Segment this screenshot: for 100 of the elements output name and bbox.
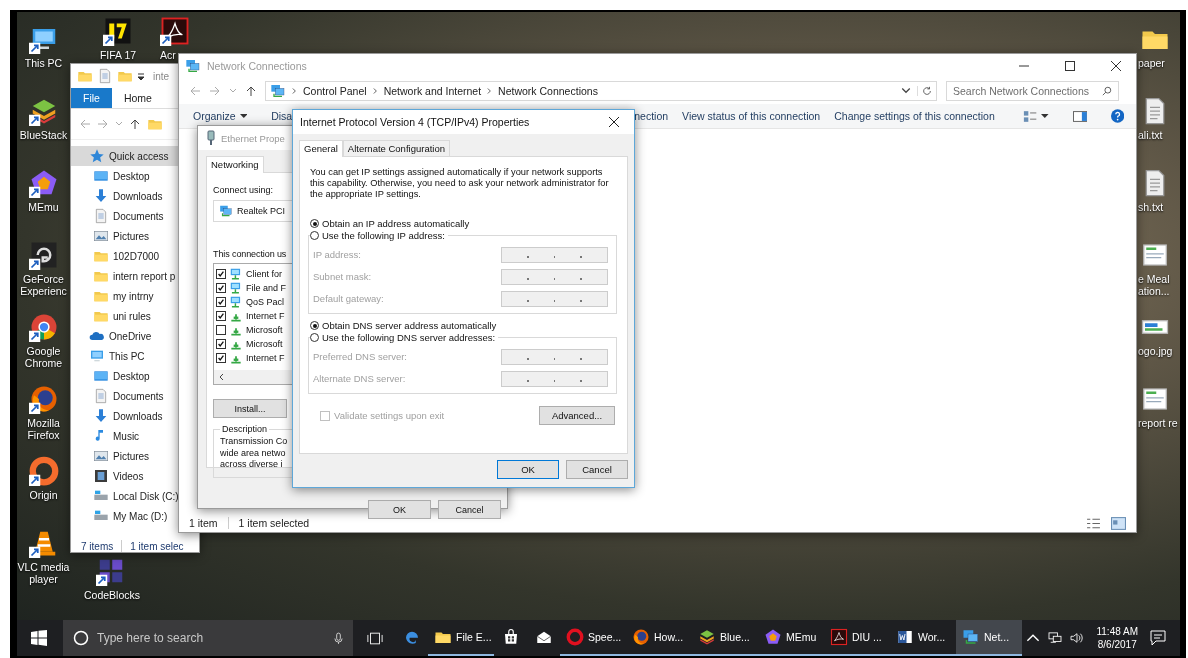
dialog-tab[interactable]: Alternate Configuration: [342, 140, 450, 156]
desktop-icon-label[interactable]: ogo.jpg: [1138, 345, 1173, 357]
desktop-icon-label[interactable]: Acr: [160, 49, 176, 61]
component-name[interactable]: Internet F: [246, 353, 285, 363]
task-view-icon[interactable]: [367, 631, 383, 645]
taskbar-app-button[interactable]: DIU ...: [824, 620, 890, 656]
desktop-icon-label[interactable]: paper: [1138, 57, 1165, 69]
component-name[interactable]: QoS Pacl: [246, 297, 285, 307]
advanced-button[interactable]: Advanced...: [539, 406, 615, 425]
desktop-icon-label[interactable]: VLC media player: [17, 561, 70, 585]
taskbar-search-field[interactable]: Type here to search: [97, 620, 326, 656]
chevron-icon[interactable]: [487, 87, 493, 95]
desktop-icon-label[interactable]: report re: [1138, 417, 1178, 429]
radio-button[interactable]: [310, 219, 319, 228]
close-icon[interactable]: [1111, 61, 1121, 71]
radio-button[interactable]: [310, 231, 319, 240]
taskbar-search-box[interactable]: Type here to search: [63, 620, 353, 656]
microphone-icon[interactable]: [334, 631, 343, 645]
breadcrumb-item[interactable]: Control Panel: [303, 85, 367, 97]
component-name[interactable]: File and F: [246, 283, 287, 293]
caret-icon[interactable]: [901, 86, 911, 96]
dialog-tab[interactable]: Networking: [206, 156, 264, 173]
breadcrumb-item[interactable]: Network and Internet: [383, 85, 482, 97]
taskbar-app-button[interactable]: MEmu: [758, 620, 824, 656]
radio-button[interactable]: [310, 333, 319, 342]
help-icon[interactable]: [1110, 109, 1124, 123]
preview-pane-icon[interactable]: [1072, 109, 1087, 123]
speaker-icon[interactable]: [1070, 632, 1085, 644]
taskbar-app-button[interactable]: File E...: [428, 620, 494, 656]
scroll-left-icon[interactable]: [218, 373, 224, 381]
clock[interactable]: 11:48 AM 8/6/2017: [1096, 625, 1138, 651]
desktop-icon-label[interactable]: This PC: [24, 57, 63, 69]
breadcrumb-item[interactable]: Network Connections: [498, 85, 598, 97]
browser-icon[interactable]: [28, 312, 59, 342]
dialog-tab[interactable]: General: [299, 140, 343, 157]
chevron-icon[interactable]: [372, 87, 378, 95]
search-icon[interactable]: [1102, 86, 1112, 96]
component-name[interactable]: Microsoft: [246, 325, 283, 335]
toolbar-command[interactable]: View status of this connection: [682, 110, 821, 122]
ok-button[interactable]: OK: [368, 500, 431, 519]
ribbon-tab[interactable]: File: [71, 88, 112, 108]
browser-icon[interactable]: [28, 384, 59, 414]
search-field[interactable]: Search Network Connections: [953, 82, 1102, 100]
toolbar-command[interactable]: nection: [634, 110, 669, 122]
cancel-button[interactable]: Cancel: [438, 500, 501, 519]
component-name[interactable]: Internet F: [246, 311, 285, 321]
ribbon-tab[interactable]: Home: [111, 88, 164, 108]
ring-icon[interactable]: [28, 456, 59, 486]
toolbar-command[interactable]: Disa: [271, 110, 293, 122]
checkbox[interactable]: [216, 283, 226, 293]
notification-icon[interactable]: [1150, 630, 1166, 646]
checkbox[interactable]: [216, 353, 226, 363]
chevron-up-icon[interactable]: [1026, 632, 1041, 644]
install-button[interactable]: Install...: [213, 399, 287, 418]
checkbox[interactable]: [216, 311, 226, 321]
caret-icon[interactable]: [1040, 112, 1049, 120]
windows-start-icon[interactable]: [31, 630, 47, 646]
checkbox[interactable]: [216, 297, 226, 307]
pentagon-icon[interactable]: [28, 168, 59, 198]
address-bar[interactable]: Control Panel Network and Internet Network Connections: [265, 81, 937, 101]
desktop-icon-label[interactable]: Google Chrome: [17, 345, 70, 369]
radio-option[interactable]: Use the following DNS server addresses:: [310, 332, 499, 343]
up-arrow-icon[interactable]: [129, 118, 141, 130]
desktop-icon-label[interactable]: Origin: [29, 489, 58, 501]
chevron-icon[interactable]: [292, 87, 297, 95]
desktop-icon-label[interactable]: BlueStack: [19, 129, 68, 141]
refresh-icon[interactable]: [917, 86, 932, 96]
taskbar-app-button[interactable]: How...: [626, 620, 692, 656]
organize-menu[interactable]: Organize: [193, 110, 236, 122]
close-icon[interactable]: [609, 117, 619, 127]
component-name[interactable]: Microsoft: [246, 339, 283, 349]
radio-button[interactable]: [310, 321, 319, 330]
desktop-icon-label[interactable]: GeForce Experienc: [17, 273, 70, 297]
component-name[interactable]: Client for: [246, 269, 282, 279]
maximize-icon[interactable]: [1065, 61, 1075, 71]
checkbox[interactable]: [216, 325, 226, 335]
checkbox[interactable]: [216, 269, 226, 279]
taskbar-app-button[interactable]: Net...: [956, 620, 1022, 656]
search-box[interactable]: Search Network Connections: [946, 81, 1119, 101]
taskbar-app-button[interactable]: Blue...: [692, 620, 758, 656]
desktop-icon-label[interactable]: MEmu: [28, 201, 59, 213]
radio-option[interactable]: Use the following IP address:: [310, 230, 448, 241]
radio-option[interactable]: Obtain an IP address automatically: [310, 218, 617, 229]
desktop-icon-label[interactable]: Mozilla Firefox: [17, 417, 70, 441]
ok-button[interactable]: OK: [497, 460, 559, 479]
up-arrow-icon[interactable]: [245, 85, 257, 97]
desktop-icon-label[interactable]: e Meal ation...: [1138, 273, 1180, 297]
desktop-icon-label[interactable]: ali.txt: [1138, 129, 1163, 141]
toolbar-command[interactable]: Change settings of this connection: [834, 110, 995, 122]
details-view-icon[interactable]: [1086, 516, 1101, 530]
desktop-icon-label[interactable]: sh.txt: [1138, 201, 1164, 213]
taskbar-app-button[interactable]: Spee...: [560, 620, 626, 656]
desktop-icon-label[interactable]: FIFA 17: [99, 49, 137, 61]
radio-option[interactable]: Obtain DNS server address automatically: [310, 320, 617, 331]
cancel-button[interactable]: Cancel: [566, 460, 628, 479]
caret-icon[interactable]: [239, 112, 248, 120]
caret-icon[interactable]: [137, 72, 145, 80]
checkbox[interactable]: [216, 339, 226, 349]
pdf-icon[interactable]: [160, 16, 190, 46]
tiles-view-icon[interactable]: [1111, 516, 1126, 530]
